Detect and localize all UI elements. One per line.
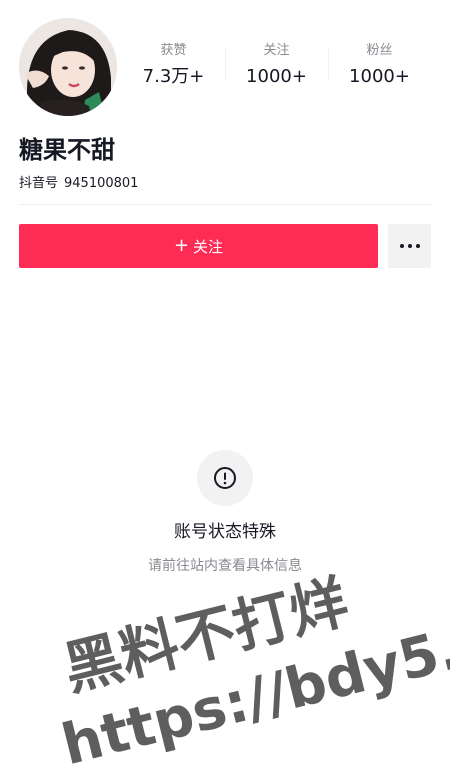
stat-followers-value: 1000+ (349, 66, 410, 87)
watermark-line2: https://bdy5.co (56, 599, 450, 769)
exclamation-circle-icon (197, 450, 253, 506)
plus-icon: + (173, 235, 190, 256)
more-dots-icon (399, 244, 404, 248)
profile-header: 获赞 7.3万+ 关注 1000+ 粉丝 1000+ (19, 18, 431, 118)
stat-following-value: 1000+ (246, 66, 307, 87)
stat-likes[interactable]: 获赞 7.3万+ (122, 42, 225, 98)
notice-description: 请前往站内查看具体信息 (148, 558, 302, 574)
stat-likes-label: 获赞 (160, 43, 187, 58)
stat-followers[interactable]: 粉丝 1000+ (328, 42, 431, 98)
stats-bar: 获赞 7.3万+ 关注 1000+ 粉丝 1000+ (122, 42, 431, 98)
follow-button-label: 关注 (193, 237, 224, 256)
avatar[interactable] (19, 18, 117, 116)
stat-following-label: 关注 (263, 43, 290, 58)
profile-nickname: 糖果不甜 (19, 136, 115, 164)
stat-likes-value: 7.3万+ (142, 66, 205, 87)
douyin-id-label: 抖音号 (19, 176, 59, 191)
account-status-notice: 账号状态特殊 请前往站内查看具体信息 (0, 450, 450, 576)
stat-following[interactable]: 关注 1000+ (225, 42, 328, 98)
douyin-id-value: 945100801 (64, 176, 139, 191)
douyin-id[interactable]: 抖音号 945100801 (19, 175, 138, 193)
follow-button[interactable]: + 关注 (19, 224, 378, 268)
watermark-line1: 黑料不打烊 (57, 567, 355, 703)
stat-followers-label: 粉丝 (366, 43, 393, 58)
divider (19, 204, 431, 205)
more-button[interactable] (388, 224, 431, 268)
avatar-photo (19, 18, 117, 116)
notice-title: 账号状态特殊 (174, 522, 276, 542)
